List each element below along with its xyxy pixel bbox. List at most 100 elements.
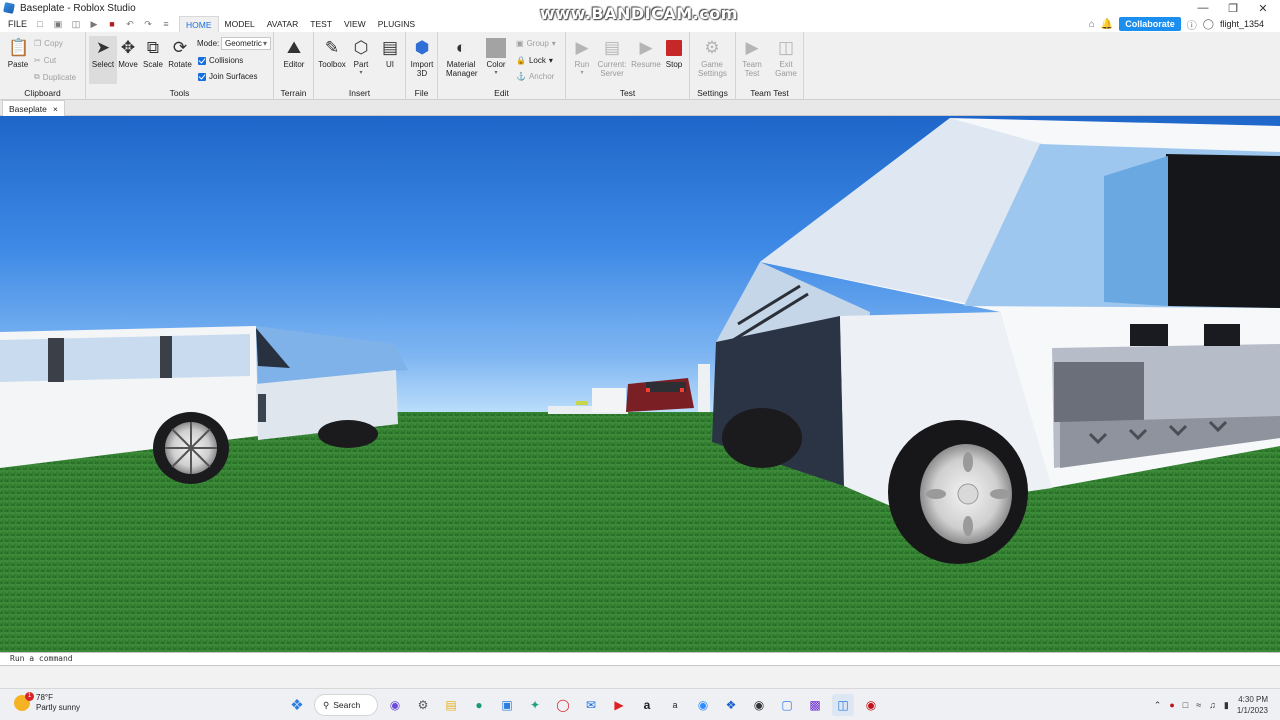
settings-gear-icon[interactable]: ⚙: [412, 694, 434, 716]
copy-button[interactable]: ❐ Copy: [34, 39, 63, 48]
customize-icon[interactable]: ≡: [161, 19, 171, 29]
run-button[interactable]: ▶ Run ▾: [568, 38, 596, 76]
youtube-icon[interactable]: ▶: [608, 694, 630, 716]
date: 1/1/2023: [1236, 706, 1268, 715]
tab-plugins[interactable]: PLUGINS: [372, 16, 421, 32]
file-group: ⬢ Import 3D File: [406, 32, 438, 100]
edit-label: Edit: [494, 88, 509, 98]
import-3d-button[interactable]: ⬢ Import 3D: [408, 38, 436, 78]
material-manager-button[interactable]: ◐ Material Manager: [446, 38, 478, 78]
terrain-editor-button[interactable]: ⛰ Editor: [280, 38, 308, 69]
rotate-tool-button[interactable]: ⟳ Rotate: [166, 38, 194, 69]
store-icon[interactable]: ▣: [496, 694, 518, 716]
anchor-button[interactable]: ⚓ Anchor: [516, 72, 554, 81]
scale-tool-button[interactable]: ⧉ Scale: [139, 38, 167, 69]
select-tool-button[interactable]: ➤ Select: [89, 36, 117, 84]
document-tab-baseplate[interactable]: Baseplate ×: [2, 100, 65, 116]
restore-button[interactable]: ❐: [1218, 0, 1248, 16]
tab-avatar[interactable]: AVATAR: [261, 16, 305, 32]
undo-icon[interactable]: ↶: [125, 19, 135, 29]
settings-group: ⚙ Game Settings Settings: [690, 32, 736, 100]
color-button[interactable]: Color ▾: [482, 38, 510, 76]
file-explorer-icon[interactable]: ▤: [440, 694, 462, 716]
media-app-icon[interactable]: ▩: [804, 694, 826, 716]
edge-browser-icon[interactable]: ●: [468, 694, 490, 716]
move-tool-button[interactable]: ✥ Move: [114, 38, 142, 69]
open-icon[interactable]: ◫: [71, 19, 81, 29]
lock-button[interactable]: 🔒 Lock ▾: [516, 56, 553, 65]
rotate-icon: ⟳: [172, 38, 188, 57]
command-bar[interactable]: Run a command: [0, 652, 1280, 666]
share-icon[interactable]: ⌂: [1089, 19, 1095, 30]
minimize-button[interactable]: —: [1188, 0, 1218, 16]
3d-viewport[interactable]: [0, 116, 1280, 652]
ui-window-icon: ▤: [381, 38, 399, 57]
tab-view[interactable]: VIEW: [338, 16, 372, 32]
snipping-tool-icon[interactable]: ▢: [776, 694, 798, 716]
clock[interactable]: 4:30 PM 1/1/2023: [1237, 694, 1268, 716]
resume-icon: ▶: [639, 38, 653, 57]
amazon-alt-icon[interactable]: a: [664, 694, 686, 716]
close-icon[interactable]: ×: [53, 101, 58, 116]
record-indicator-icon[interactable]: ●: [1169, 700, 1174, 710]
stop-button[interactable]: Stop: [660, 38, 688, 69]
save-icon[interactable]: ▣: [53, 19, 63, 29]
chat-icon[interactable]: ◉: [384, 694, 406, 716]
redo-icon[interactable]: ↷: [143, 19, 153, 29]
cursor-arrow-icon: ➤: [95, 38, 111, 57]
new-file-icon[interactable]: □: [35, 19, 45, 29]
close-button[interactable]: ✕: [1248, 0, 1278, 16]
opera-browser-icon[interactable]: ◯: [552, 694, 574, 716]
play-icon[interactable]: ▶: [89, 19, 99, 29]
collaborate-button[interactable]: Collaborate: [1119, 17, 1181, 31]
command-input[interactable]: Run a command: [10, 654, 73, 663]
volume-icon[interactable]: ♫: [1209, 700, 1216, 710]
group-button[interactable]: ▣ Group ▾: [516, 39, 556, 48]
tab-test[interactable]: TEST: [304, 16, 338, 32]
scale-icon: ⧉: [146, 38, 160, 57]
duplicate-icon: ⧉: [34, 72, 40, 81]
help-icon[interactable]: ⓘ: [1187, 17, 1197, 32]
current-server-button[interactable]: ▤ Current: Server: [597, 38, 627, 78]
mode-dropdown[interactable]: Geometric ▾: [221, 37, 271, 50]
insert-label: Insert: [348, 88, 371, 98]
toolbox-button[interactable]: ✎ Toolbox: [318, 38, 346, 69]
terrain-label: Terrain: [280, 88, 307, 98]
mail-icon[interactable]: ✉: [580, 694, 602, 716]
stop-icon[interactable]: ■: [107, 19, 117, 29]
game-settings-button[interactable]: ⚙ Game Settings: [698, 38, 727, 78]
weather-widget[interactable]: 1 78°F Partly sunny: [14, 692, 80, 713]
steam-icon[interactable]: ◉: [748, 694, 770, 716]
amazon-icon[interactable]: a: [636, 694, 658, 716]
username[interactable]: flight_1354: [1220, 19, 1264, 29]
tab-model[interactable]: MODEL: [219, 16, 261, 32]
user-icon[interactable]: ◯: [1203, 19, 1214, 30]
join-surfaces-checkbox[interactable]: Join Surfaces: [198, 72, 257, 81]
zoom-icon[interactable]: ◉: [692, 694, 714, 716]
notification-bell-icon[interactable]: 🔔: [1101, 19, 1113, 30]
time: 4:30 PM: [1238, 695, 1268, 704]
part-button[interactable]: ⬡ Part ▾: [347, 38, 375, 76]
cut-button[interactable]: ✂ Cut: [34, 56, 56, 65]
roblox-studio-taskbar-icon[interactable]: ◫: [832, 694, 854, 716]
resume-button[interactable]: ▶ Resume: [631, 38, 661, 69]
duplicate-button[interactable]: ⧉ Duplicate: [34, 72, 76, 82]
wifi-icon[interactable]: ≈: [1196, 700, 1201, 710]
ui-button[interactable]: ▤ UI: [376, 38, 404, 69]
file-menu[interactable]: FILE: [8, 19, 27, 29]
display-icon[interactable]: □: [1183, 700, 1188, 710]
team-test-button[interactable]: ▶ Team Test: [738, 38, 766, 78]
bandicam-record-icon[interactable]: ◉: [860, 694, 882, 716]
paste-button[interactable]: 📋 Paste: [4, 38, 32, 69]
exit-game-button[interactable]: ◫ Exit Game: [772, 38, 800, 78]
dropbox-icon[interactable]: ❖: [720, 694, 742, 716]
ribbon-tabs: HOME MODEL AVATAR TEST VIEW PLUGINS: [179, 16, 421, 32]
windows-start-icon[interactable]: ❖: [286, 694, 308, 716]
collisions-checkbox[interactable]: Collisions: [198, 56, 243, 65]
taskbar-search[interactable]: ⚲ Search: [314, 694, 378, 716]
maps-icon[interactable]: ✦: [524, 694, 546, 716]
battery-icon[interactable]: ▮: [1224, 700, 1229, 711]
tab-home[interactable]: HOME: [179, 16, 219, 32]
chevron-up-icon[interactable]: ⌃: [1154, 700, 1162, 711]
chevron-down-icon: ▾: [262, 39, 267, 48]
